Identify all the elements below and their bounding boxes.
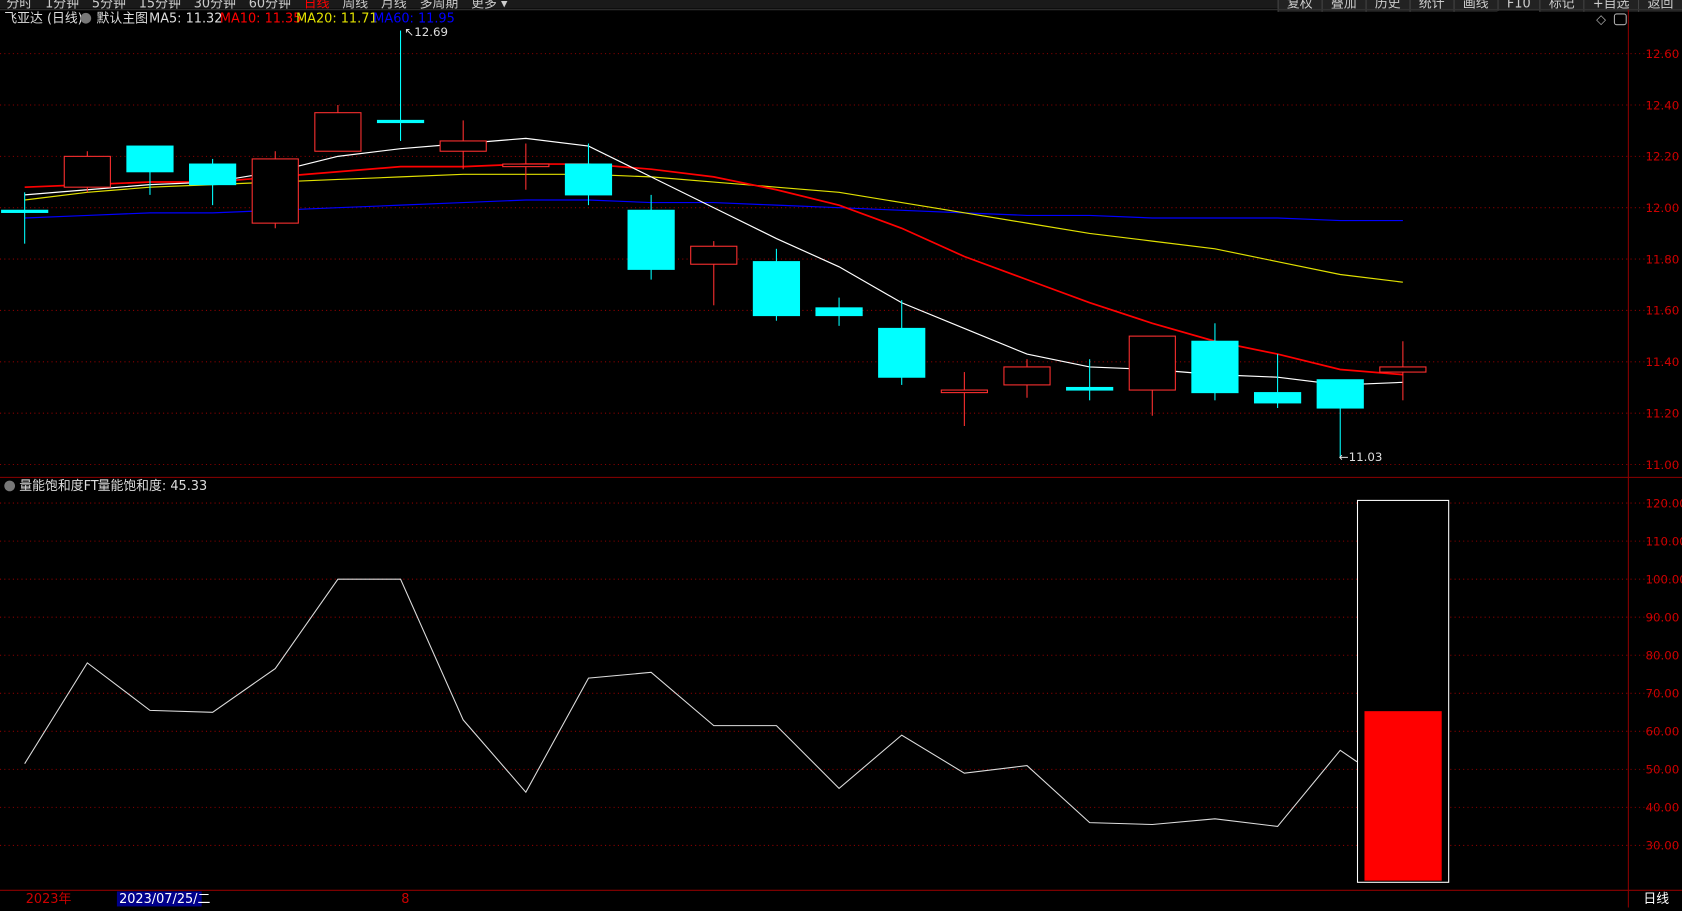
ma20-label: MA20: 11.71 — [296, 12, 378, 27]
price-tick: 11.20 — [1646, 406, 1680, 420]
down-candle — [815, 307, 863, 317]
template-dropdown-icon[interactable] — [80, 12, 92, 24]
up-candle — [251, 158, 299, 224]
cursor-date: 2023/07/25/二 — [119, 892, 210, 907]
down-candle — [376, 119, 425, 124]
up-candle — [314, 112, 362, 152]
indicator-value: 量能饱和度: 45.33 — [98, 478, 208, 494]
stock-title: 飞亚达 (日线) — [4, 12, 82, 27]
indicator-tick: 40.00 — [1646, 801, 1680, 815]
indicator-tick: 70.00 — [1646, 687, 1680, 701]
indicator-tick: 100.00 — [1646, 572, 1682, 586]
price-tick: 11.80 — [1646, 252, 1680, 266]
price-tick: 12.40 — [1646, 98, 1680, 112]
template-name[interactable]: 默认主图 — [97, 11, 148, 27]
indicator-tick: 90.00 — [1646, 611, 1680, 625]
up-candle — [439, 140, 487, 152]
ma5-label: MA5: 11.32 — [149, 12, 222, 27]
diamond-icon[interactable]: ◇ — [1596, 13, 1606, 28]
down-candle — [1316, 379, 1364, 409]
price-tick: 12.00 — [1646, 201, 1680, 215]
period-label: 日线 — [1643, 892, 1669, 907]
indicator-tick: 50.00 — [1646, 763, 1680, 777]
down-candle — [1253, 392, 1302, 404]
layout-toggle-icon[interactable] — [1613, 13, 1627, 26]
down-candle — [1, 209, 49, 213]
down-candle — [878, 327, 926, 378]
price-tick: 11.00 — [1646, 458, 1680, 472]
price-tick: 11.60 — [1646, 304, 1680, 318]
indicator-tick: 60.00 — [1646, 725, 1680, 739]
price-tick: 12.60 — [1646, 47, 1680, 61]
down-candle — [752, 261, 801, 317]
up-candle — [502, 163, 550, 168]
down-candle — [564, 163, 613, 196]
year-label: 2023年 — [26, 892, 72, 907]
stock-chart-window: 分时 1分钟 5分钟 15分钟 30分钟 60分钟 日线 周线 月线 多周期 更多 ▾ 复权 叠加 历史… — [0, 0, 1682, 911]
up-candle — [690, 245, 738, 265]
down-candle — [627, 209, 675, 270]
down-candle — [1191, 340, 1239, 394]
up-candle — [1128, 335, 1176, 391]
indicator-dropdown-icon[interactable] — [4, 480, 16, 492]
up-candle — [63, 155, 111, 188]
down-candle — [189, 163, 237, 186]
chart-canvas[interactable]: 飞亚达 (日线) 默认主图 MA5: 11.32 MA10: 11.35 MA2… — [0, 0, 1682, 911]
low-annotation: ←11.03 — [1339, 450, 1383, 464]
down-candle — [126, 145, 174, 173]
up-candle — [1379, 366, 1427, 373]
up-candle — [1003, 366, 1051, 386]
saturation-gauge-fill — [1364, 711, 1442, 881]
ma10-label: MA10: 11.35 — [220, 12, 302, 27]
high-annotation: ↖12.69 — [404, 25, 448, 39]
indicator-line — [24, 578, 1358, 827]
price-tick: 12.20 — [1646, 150, 1680, 164]
indicator-title: 量能饱和度FT — [19, 478, 98, 494]
ma60-line — [24, 199, 1403, 222]
month-label: 8 — [401, 892, 409, 907]
indicator-tick: 30.00 — [1646, 839, 1680, 853]
indicator-tick: 80.00 — [1646, 649, 1680, 663]
price-tick: 11.40 — [1646, 355, 1680, 369]
indicator-tick: 110.00 — [1646, 534, 1682, 548]
indicator-tick: 120.00 — [1646, 496, 1682, 510]
down-candle — [1066, 386, 1114, 391]
up-candle — [940, 389, 988, 394]
